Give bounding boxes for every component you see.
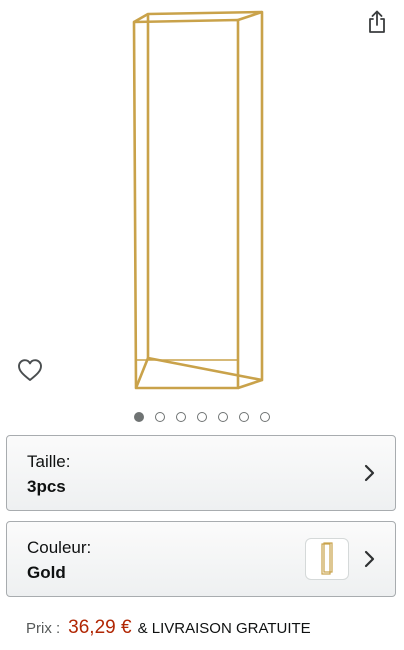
chevron-right-icon bbox=[364, 550, 375, 568]
chevron-right-icon bbox=[364, 464, 375, 482]
color-value: Gold bbox=[27, 563, 66, 582]
price-label: Prix : bbox=[26, 620, 61, 637]
color-swatch-thumbnail[interactable] bbox=[305, 538, 349, 580]
gold-frame-thumbnail-icon bbox=[321, 542, 333, 575]
color-selector[interactable]: Couleur: Gold bbox=[6, 521, 396, 597]
carousel-dot[interactable] bbox=[155, 412, 165, 422]
price-amount: 36,29 € bbox=[68, 617, 132, 638]
price-row: Prix : 36,29 € & LIVRAISON GRATUITE bbox=[26, 617, 311, 645]
wishlist-button[interactable] bbox=[14, 354, 46, 386]
product-image bbox=[132, 10, 264, 390]
size-selector[interactable]: Taille: 3pcs bbox=[6, 435, 396, 511]
share-button[interactable] bbox=[362, 6, 392, 38]
product-image-carousel[interactable] bbox=[0, 0, 404, 400]
heart-outline-icon bbox=[18, 359, 42, 381]
carousel-dot[interactable] bbox=[176, 412, 186, 422]
carousel-indicator bbox=[0, 412, 404, 424]
carousel-dot[interactable] bbox=[239, 412, 249, 422]
carousel-dot[interactable] bbox=[197, 412, 207, 422]
share-icon bbox=[369, 10, 385, 33]
carousel-dot[interactable] bbox=[134, 412, 144, 422]
carousel-dot[interactable] bbox=[218, 412, 228, 422]
color-label: Couleur: bbox=[27, 538, 92, 557]
carousel-dot[interactable] bbox=[260, 412, 270, 422]
size-value: 3pcs bbox=[27, 477, 66, 496]
size-label: Taille: bbox=[27, 452, 71, 471]
free-shipping-text: & LIVRAISON GRATUITE bbox=[137, 620, 311, 637]
